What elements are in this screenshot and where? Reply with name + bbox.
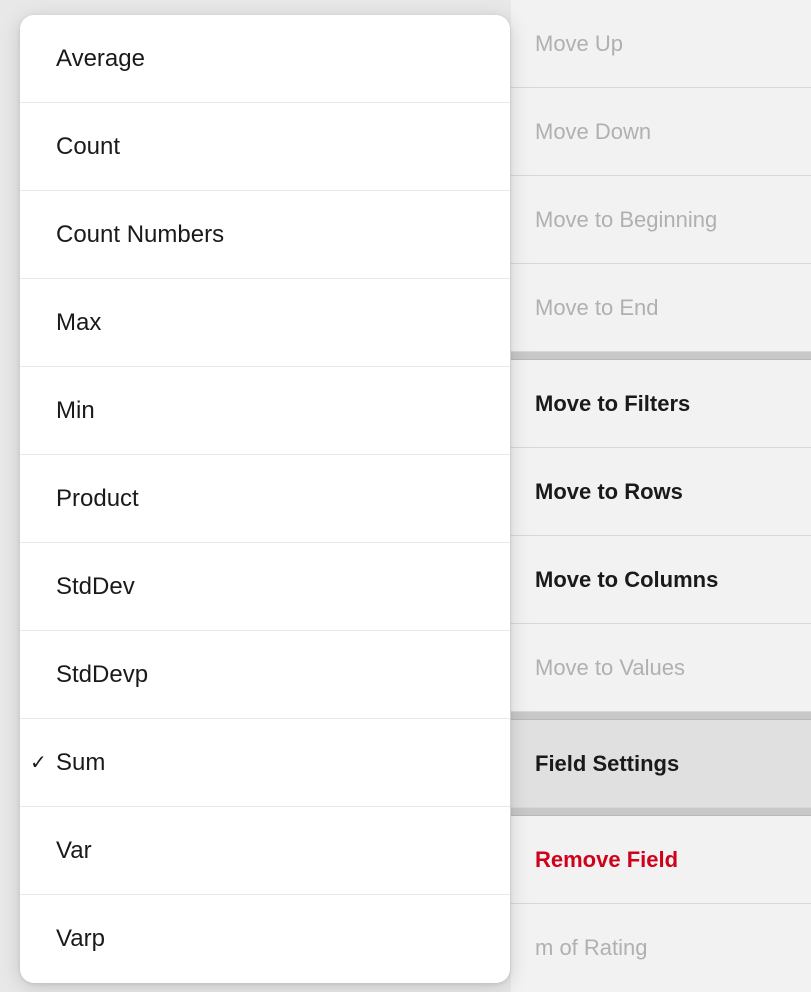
aggregation-item-min[interactable]: Min <box>20 367 510 455</box>
aggregation-label-max: Max <box>48 309 101 337</box>
right-menu-label-remove-field: Remove Field <box>535 847 678 873</box>
aggregation-label-stddevp: StdDevp <box>48 661 148 689</box>
aggregation-item-varp[interactable]: Varp <box>20 895 510 983</box>
right-menu-item-move-up[interactable]: Move Up <box>511 0 811 88</box>
right-menu-item-move-to-values[interactable]: Move to Values <box>511 624 811 712</box>
aggregation-item-average[interactable]: Average <box>20 15 510 103</box>
right-menu-label-move-to-end: Move to End <box>535 295 659 321</box>
right-menu-item-move-to-end[interactable]: Move to End <box>511 264 811 352</box>
aggregation-item-var[interactable]: Var <box>20 807 510 895</box>
aggregation-label-stddev: StdDev <box>48 573 135 601</box>
bottom-field-text: m of Rating <box>511 904 811 992</box>
right-menu-label-move-up: Move Up <box>535 31 623 57</box>
right-menu-label-move-to-rows: Move to Rows <box>535 479 683 505</box>
menu-separator <box>511 712 811 720</box>
aggregation-item-count[interactable]: Count <box>20 103 510 191</box>
aggregation-label-count: Count <box>48 133 120 161</box>
aggregation-label-varp: Varp <box>48 925 105 953</box>
aggregation-item-count-numbers[interactable]: Count Numbers <box>20 191 510 279</box>
menu-separator <box>511 352 811 360</box>
right-menu-label-move-down: Move Down <box>535 119 651 145</box>
right-menu-item-move-to-columns[interactable]: Move to Columns <box>511 536 811 624</box>
checkmark-icon: ✓ <box>30 750 47 775</box>
aggregation-item-sum[interactable]: ✓ Sum <box>20 719 510 807</box>
right-menu-item-move-to-filters[interactable]: Move to Filters <box>511 360 811 448</box>
right-menu-label-move-to-columns: Move to Columns <box>535 567 718 593</box>
aggregation-label-min: Min <box>48 397 95 425</box>
aggregation-label-sum: Sum <box>48 749 105 777</box>
aggregation-label-count-numbers: Count Numbers <box>48 221 224 249</box>
aggregation-menu: Average Count Count Numbers Max Min Prod… <box>20 15 510 983</box>
right-menu-label-move-to-values: Move to Values <box>535 655 685 681</box>
right-menu-item-field-settings[interactable]: Field Settings <box>511 720 811 808</box>
aggregation-item-stddevp[interactable]: StdDevp <box>20 631 510 719</box>
aggregation-label-var: Var <box>48 837 92 865</box>
right-menu-item-move-to-beginning[interactable]: Move to Beginning <box>511 176 811 264</box>
right-menu-item-remove-field[interactable]: Remove Field <box>511 816 811 904</box>
aggregation-item-product[interactable]: Product <box>20 455 510 543</box>
right-menu-label-field-settings: Field Settings <box>535 751 679 777</box>
right-menu-item-move-to-rows[interactable]: Move to Rows <box>511 448 811 536</box>
right-menu-item-move-down[interactable]: Move Down <box>511 88 811 176</box>
menu-separator <box>511 808 811 816</box>
right-menu-label-move-to-filters: Move to Filters <box>535 391 690 417</box>
aggregation-label-average: Average <box>48 45 145 73</box>
aggregation-item-stddev[interactable]: StdDev <box>20 543 510 631</box>
aggregation-label-product: Product <box>48 485 139 513</box>
right-menu-label-move-to-beginning: Move to Beginning <box>535 207 717 233</box>
aggregation-item-max[interactable]: Max <box>20 279 510 367</box>
